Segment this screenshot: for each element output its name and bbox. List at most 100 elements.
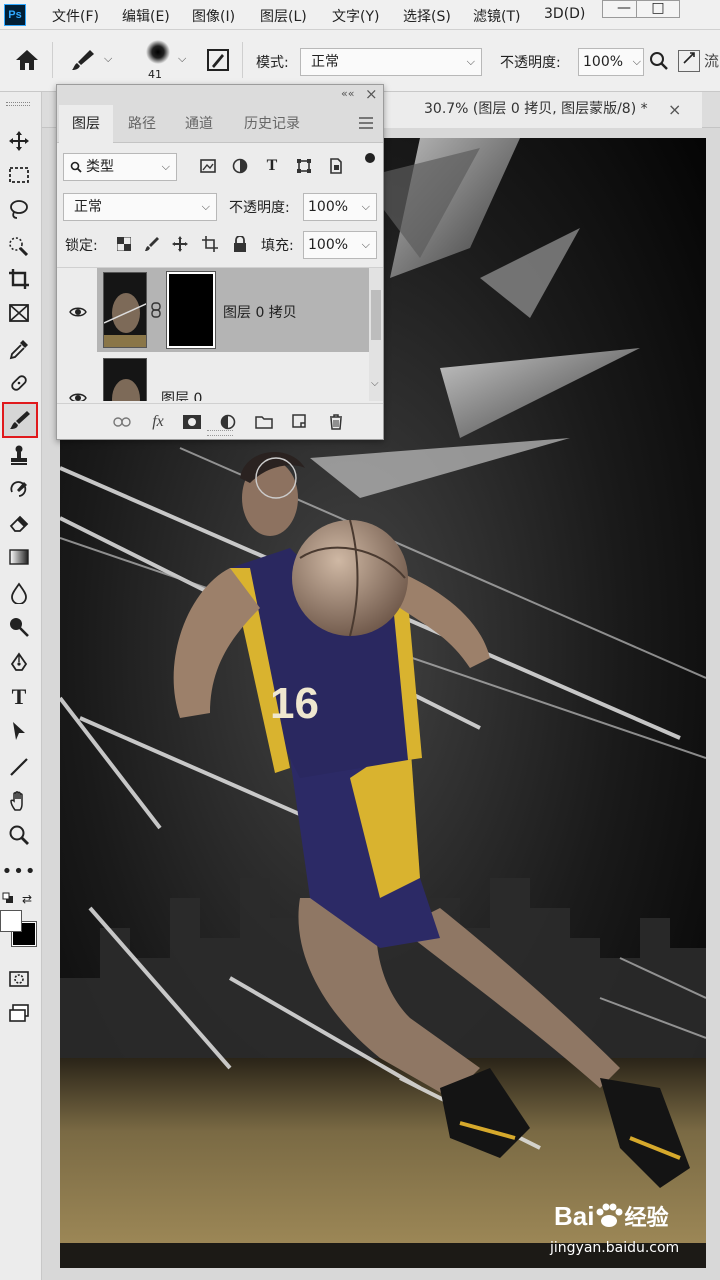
lasso-tool-icon[interactable] <box>4 194 34 224</box>
marquee-tool-icon[interactable] <box>4 160 34 190</box>
screen-mode-icon[interactable] <box>4 998 34 1028</box>
document-tab[interactable]: 30.7% (图层 0 拷贝, 图层蒙版/8) * <box>382 92 702 128</box>
mode-value: 正常 <box>311 54 339 70</box>
swap-colors-icon[interactable]: ⇄ <box>22 892 32 906</box>
delete-layer-trash-icon[interactable] <box>325 411 347 433</box>
layers-scrollbar[interactable]: ⌵ <box>369 268 383 401</box>
zoom-tool-icon[interactable] <box>4 820 34 850</box>
layer-row[interactable]: 图层 0 <box>57 354 369 401</box>
default-colors-icon[interactable] <box>2 892 14 904</box>
fill-input[interactable]: 100% ⌵ <box>303 231 377 259</box>
clone-stamp-tool-icon[interactable] <box>4 440 34 470</box>
tools-panel: T ••• ⇄ <box>0 92 42 1280</box>
brush-tool-preset-icon[interactable] <box>70 48 96 76</box>
eraser-tool-icon[interactable] <box>4 508 34 538</box>
link-layers-icon[interactable] <box>111 411 133 433</box>
menu-select[interactable]: 选择(S) <box>403 6 451 26</box>
menu-edit[interactable]: 编辑(E) <box>122 6 170 26</box>
type-filter-icon[interactable]: T <box>261 155 283 177</box>
layer-row[interactable]: 图层 0 拷贝 <box>57 268 369 352</box>
menu-layer[interactable]: 图层(L) <box>260 6 307 26</box>
new-layer-icon[interactable] <box>289 411 311 433</box>
menu-file[interactable]: 文件(F) <box>52 6 99 26</box>
menu-type[interactable]: 文字(Y) <box>332 6 379 26</box>
quick-mask-icon[interactable] <box>4 964 34 994</box>
eyedropper-tool-icon[interactable] <box>4 334 34 364</box>
chevron-down-icon: ⌵ <box>361 200 370 213</box>
pen-tool-icon[interactable] <box>4 648 34 678</box>
pressure-opacity-icon[interactable] <box>648 50 670 76</box>
separator <box>242 42 243 78</box>
home-icon[interactable] <box>14 48 40 76</box>
watermark-brand-text: Bai <box>554 1201 595 1231</box>
link-chain-icon[interactable] <box>151 302 161 318</box>
brush-settings-icon[interactable] <box>206 48 230 76</box>
filter-toggle-icon[interactable] <box>365 153 375 163</box>
hand-tool-icon[interactable] <box>4 786 34 816</box>
foreground-color-swatch[interactable] <box>0 910 22 932</box>
close-document-icon[interactable]: × <box>668 100 681 119</box>
layer-opacity-label: 不透明度: <box>229 200 290 216</box>
crop-tool-icon[interactable] <box>4 264 34 294</box>
chevron-down-icon[interactable]: ⌵ <box>178 52 186 66</box>
lock-position-icon[interactable] <box>169 233 191 255</box>
layers-panel-titlebar[interactable]: «« × <box>57 85 383 105</box>
close-panel-icon[interactable]: × <box>365 85 378 103</box>
chevron-down-icon[interactable]: ⌵ <box>104 52 112 66</box>
move-tool-icon[interactable] <box>4 126 34 156</box>
airbrush-toggle-icon[interactable] <box>678 50 700 72</box>
layer-opacity-input[interactable]: 100% ⌵ <box>303 193 377 221</box>
mode-dropdown[interactable]: 正常 ⌵ <box>300 48 482 76</box>
adjustment-filter-icon[interactable] <box>229 155 251 177</box>
blur-tool-icon[interactable] <box>4 578 34 608</box>
lock-label: 锁定: <box>65 238 98 254</box>
dodge-tool-icon[interactable] <box>4 612 34 642</box>
lock-all-icon[interactable] <box>229 233 251 255</box>
tab-layers[interactable]: 图层 <box>59 105 113 143</box>
new-group-folder-icon[interactable] <box>253 411 275 433</box>
path-selection-tool-icon[interactable] <box>4 716 34 746</box>
layer-filter-dropdown[interactable]: 类型 ⌵ <box>63 153 177 181</box>
add-mask-icon[interactable] <box>181 411 203 433</box>
layer-mask-thumbnail[interactable] <box>166 271 216 349</box>
type-tool-icon[interactable]: T <box>4 682 34 712</box>
layer-style-fx-icon[interactable]: fx <box>147 411 169 433</box>
panel-resize-grip[interactable] <box>207 430 233 436</box>
panel-menu-icon[interactable] <box>359 117 373 129</box>
toolbar-grip[interactable] <box>6 102 30 106</box>
eye-icon[interactable] <box>69 306 87 318</box>
maximize-button[interactable]: □ <box>636 0 680 18</box>
layer-name[interactable]: 图层 0 拷贝 <box>223 302 297 322</box>
quick-selection-tool-icon[interactable] <box>4 230 34 260</box>
photoshop-window: Ps 文件(F) 编辑(E) 图像(I) 图层(L) 文字(Y) 选择(S) 滤… <box>0 0 720 1280</box>
gradient-tool-icon[interactable] <box>4 542 34 572</box>
lock-image-pixels-icon[interactable] <box>141 233 163 255</box>
brush-tool-icon[interactable] <box>2 402 38 438</box>
menu-filter[interactable]: 滤镜(T) <box>473 6 520 26</box>
menu-image[interactable]: 图像(I) <box>192 6 235 26</box>
scrollbar-thumb[interactable] <box>371 290 381 340</box>
shape-filter-icon[interactable] <box>293 155 315 177</box>
layer-thumbnail[interactable] <box>103 272 147 348</box>
history-brush-tool-icon[interactable] <box>4 474 34 504</box>
options-bar: ⌵ 41 ⌵ 模式: 正常 ⌵ 不透明度: 100% ⌵ 流 <box>0 30 720 92</box>
healing-brush-tool-icon[interactable] <box>4 368 34 398</box>
menu-3d[interactable]: 3D(D) <box>544 6 585 22</box>
tab-history[interactable]: 历史记录 <box>229 105 315 143</box>
tab-channels[interactable]: 通道 <box>171 105 227 143</box>
lock-transparent-pixels-icon[interactable] <box>113 233 135 255</box>
smart-object-filter-icon[interactable] <box>325 155 347 177</box>
pixel-filter-icon[interactable] <box>197 155 219 177</box>
line-tool-icon[interactable] <box>4 752 34 782</box>
lock-artboard-icon[interactable] <box>199 233 221 255</box>
layer-thumbnail[interactable] <box>103 358 147 401</box>
eye-icon[interactable] <box>69 392 87 401</box>
more-tools-icon[interactable]: ••• <box>2 856 36 886</box>
frame-tool-icon[interactable] <box>4 298 34 328</box>
opacity-input[interactable]: 100% ⌵ <box>578 48 644 76</box>
scroll-down-icon[interactable]: ⌵ <box>371 378 379 389</box>
collapse-panel-icon[interactable]: «« <box>341 87 354 100</box>
tab-paths[interactable]: 路径 <box>115 105 169 143</box>
blend-mode-dropdown[interactable]: 正常 ⌵ <box>63 193 217 221</box>
layer-name[interactable]: 图层 0 <box>161 388 202 401</box>
